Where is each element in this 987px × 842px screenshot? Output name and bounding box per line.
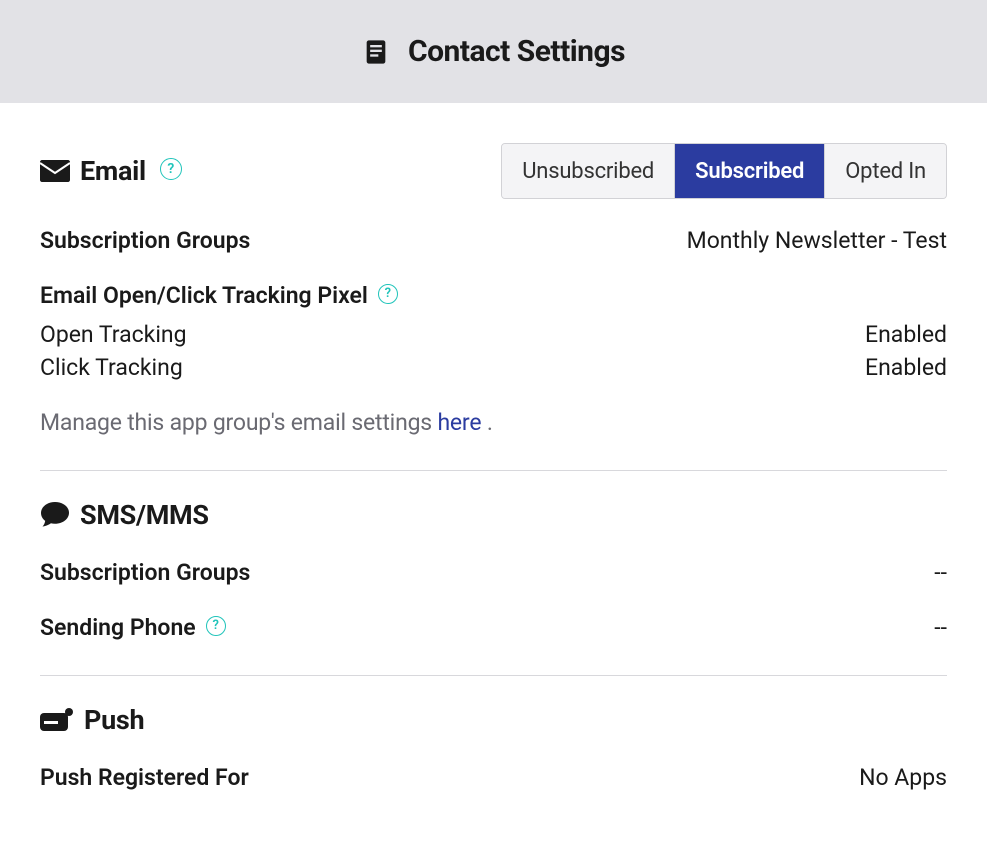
- sending-phone-help-icon[interactable]: ?: [206, 616, 226, 636]
- tracking-pixel-help-icon[interactable]: ?: [378, 284, 398, 304]
- push-registered-value: No Apps: [859, 764, 947, 791]
- open-tracking-value: Enabled: [865, 321, 947, 348]
- email-icon: [40, 160, 70, 182]
- sms-subscription-groups-label: Subscription Groups: [40, 559, 250, 586]
- section-divider: [40, 675, 947, 676]
- tracking-pixel-heading: Email Open/Click Tracking Pixel ?: [40, 282, 947, 309]
- sending-phone-label: Sending Phone: [40, 614, 196, 641]
- email-help-icon[interactable]: ?: [160, 158, 182, 180]
- open-tracking-row: Open Tracking Enabled: [40, 321, 947, 348]
- sending-phone-value: --: [934, 614, 947, 641]
- email-settings-helper: Manage this app group's email settings h…: [40, 409, 947, 436]
- page-header: Contact Settings: [0, 0, 987, 103]
- click-tracking-row: Click Tracking Enabled: [40, 354, 947, 381]
- click-tracking-label: Click Tracking: [40, 354, 183, 381]
- helper-prefix: Manage this app group's email settings: [40, 409, 437, 436]
- segmented-option-unsubscribed[interactable]: Unsubscribed: [502, 144, 674, 198]
- sms-section-title: SMS/MMS: [80, 499, 209, 531]
- sms-sending-phone-row: Sending Phone ? --: [40, 614, 947, 641]
- sms-subscription-groups-value: --: [934, 559, 947, 586]
- page-title: Contact Settings: [408, 34, 625, 69]
- sms-section-head: SMS/MMS: [40, 499, 947, 531]
- segmented-option-subscribed[interactable]: Subscribed: [674, 144, 824, 198]
- push-registered-row: Push Registered For No Apps: [40, 764, 947, 791]
- email-section-head-row: Email ? Unsubscribed Subscribed Opted In: [40, 143, 947, 199]
- email-subscription-groups-row: Subscription Groups Monthly Newsletter -…: [40, 227, 947, 254]
- subscription-groups-label: Subscription Groups: [40, 227, 250, 254]
- subscription-groups-value: Monthly Newsletter - Test: [687, 227, 947, 254]
- segmented-option-opted-in[interactable]: Opted In: [824, 144, 946, 198]
- tracking-pixel-heading-text: Email Open/Click Tracking Pixel: [40, 282, 368, 309]
- sms-icon: [40, 501, 70, 529]
- helper-suffix: .: [481, 409, 492, 436]
- email-status-segmented: Unsubscribed Subscribed Opted In: [501, 143, 947, 199]
- push-icon: [40, 707, 74, 733]
- push-section-head: Push: [40, 704, 947, 736]
- sms-subscription-groups-row: Subscription Groups --: [40, 559, 947, 586]
- push-section-title: Push: [84, 704, 144, 736]
- section-divider: [40, 470, 947, 471]
- push-registered-label: Push Registered For: [40, 764, 249, 791]
- open-tracking-label: Open Tracking: [40, 321, 187, 348]
- email-section-title: Email: [80, 155, 146, 187]
- email-settings-here-link[interactable]: here: [437, 409, 481, 436]
- click-tracking-value: Enabled: [865, 354, 947, 381]
- contact-settings-icon: [362, 38, 390, 66]
